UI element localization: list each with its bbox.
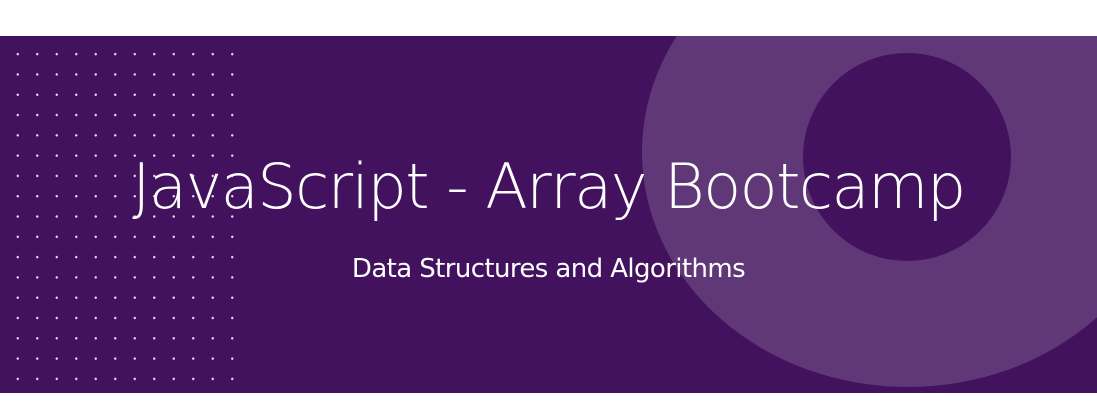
top-margin (0, 0, 1097, 36)
course-banner: JavaScript - Array Bootcamp Data Structu… (0, 36, 1097, 393)
banner-title: JavaScript - Array Bootcamp (132, 150, 966, 223)
banner-subtitle: Data Structures and Algorithms (351, 254, 746, 284)
bottom-margin (0, 393, 1097, 403)
